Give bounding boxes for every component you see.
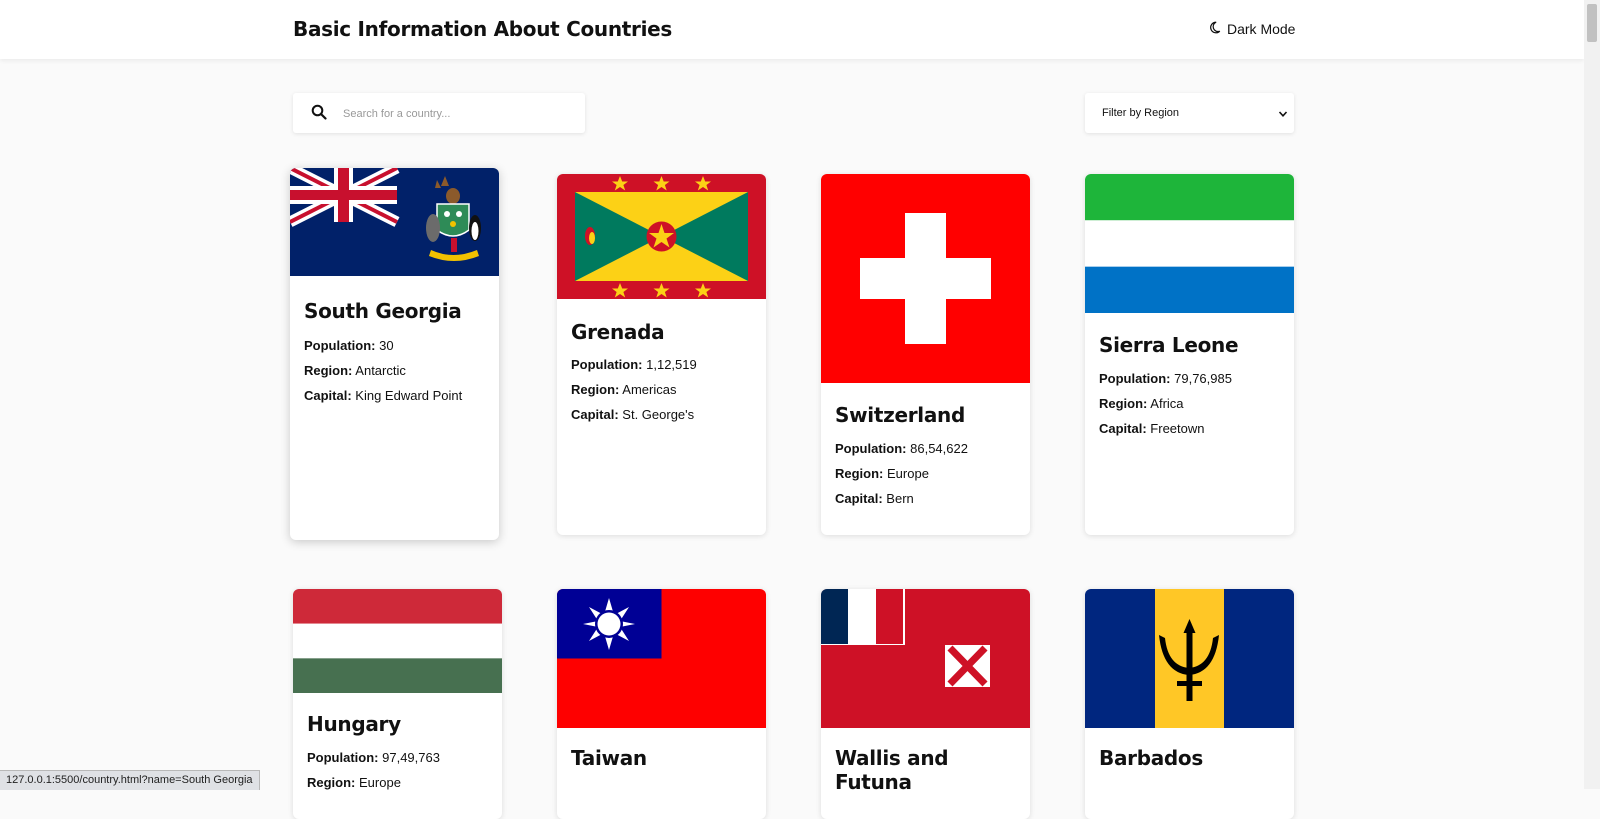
browser-status-url: 127.0.0.1:5500/country.html?name=South G… [0, 770, 260, 790]
flag-image [557, 174, 766, 299]
capital-row: Capital: St. George's [571, 407, 695, 422]
country-card[interactable]: Hungary Population: 97,49,763 Region: Eu… [293, 589, 502, 819]
scrollbar-thumb[interactable] [1587, 4, 1597, 42]
dark-mode-toggle[interactable]: Dark Mode [1208, 21, 1295, 37]
population-row: Population: 97,49,763 [307, 750, 440, 765]
region-row: Region: Americas [571, 382, 677, 397]
capital-row: Capital: Bern [835, 491, 914, 506]
dark-mode-label: Dark Mode [1227, 21, 1296, 37]
country-name: Sierra Leone [1099, 333, 1239, 357]
region-row: Region: Europe [835, 466, 929, 481]
region-filter-select[interactable]: Filter by Region [1085, 93, 1294, 133]
flag-image [821, 174, 1030, 383]
search-box [293, 93, 585, 133]
country-name: Taiwan [571, 746, 647, 770]
region-row: Region: Africa [1099, 396, 1184, 411]
chevron-down-icon [1278, 106, 1288, 124]
flag-image [1085, 589, 1294, 728]
region-row: Region: Antarctic [304, 363, 406, 378]
country-details: Population: 79,76,985 Region: Africa Cap… [1099, 366, 1232, 441]
population-row: Population: 79,76,985 [1099, 371, 1232, 386]
country-card[interactable]: Switzerland Population: 86,54,622 Region… [821, 174, 1030, 535]
capital-row: Capital: Freetown [1099, 421, 1205, 436]
capital-row: Capital: King Edward Point [304, 388, 463, 403]
country-name: Grenada [571, 320, 665, 344]
country-name: South Georgia [304, 299, 462, 323]
page-title: Basic Information About Countries [293, 17, 673, 41]
country-details: Population: 86,54,622 Region: Europe Cap… [835, 436, 968, 511]
country-details: Population: 97,49,763 Region: Europe [307, 745, 440, 795]
page-scrollbar[interactable] [1584, 0, 1600, 789]
search-icon [311, 104, 327, 125]
country-name: Switzerland [835, 403, 965, 427]
country-details: Population: 1,12,519 Region: Americas Ca… [571, 352, 697, 427]
flag-image [1085, 174, 1294, 313]
region-filter-label: Filter by Region [1102, 107, 1180, 119]
flag-image [821, 589, 1030, 728]
country-name: Wallis and Futuna [835, 746, 949, 794]
flag-image [293, 589, 502, 693]
top-navbar: Basic Information About Countries Dark M… [0, 0, 1584, 59]
country-card[interactable]: Sierra Leone Population: 79,76,985 Regio… [1085, 174, 1294, 535]
country-card[interactable]: Taiwan [557, 589, 766, 819]
region-row: Region: Europe [307, 775, 401, 790]
search-input[interactable] [341, 103, 575, 125]
flag-image [290, 168, 499, 276]
country-name: Barbados [1099, 746, 1203, 770]
moon-icon [1208, 21, 1221, 37]
flag-image [557, 589, 766, 728]
country-name: Hungary [307, 712, 401, 736]
country-details: Population: 30 Region: Antarctic Capital… [304, 333, 462, 408]
population-row: Population: 86,54,622 [835, 441, 968, 456]
country-card[interactable]: South Georgia Population: 30 Region: Ant… [290, 168, 499, 540]
population-row: Population: 30 [304, 338, 394, 353]
country-card[interactable]: Barbados [1085, 589, 1294, 819]
country-card[interactable]: Grenada Population: 1,12,519 Region: Ame… [557, 174, 766, 535]
population-row: Population: 1,12,519 [571, 357, 697, 372]
country-card[interactable]: Wallis and Futuna [821, 589, 1030, 819]
